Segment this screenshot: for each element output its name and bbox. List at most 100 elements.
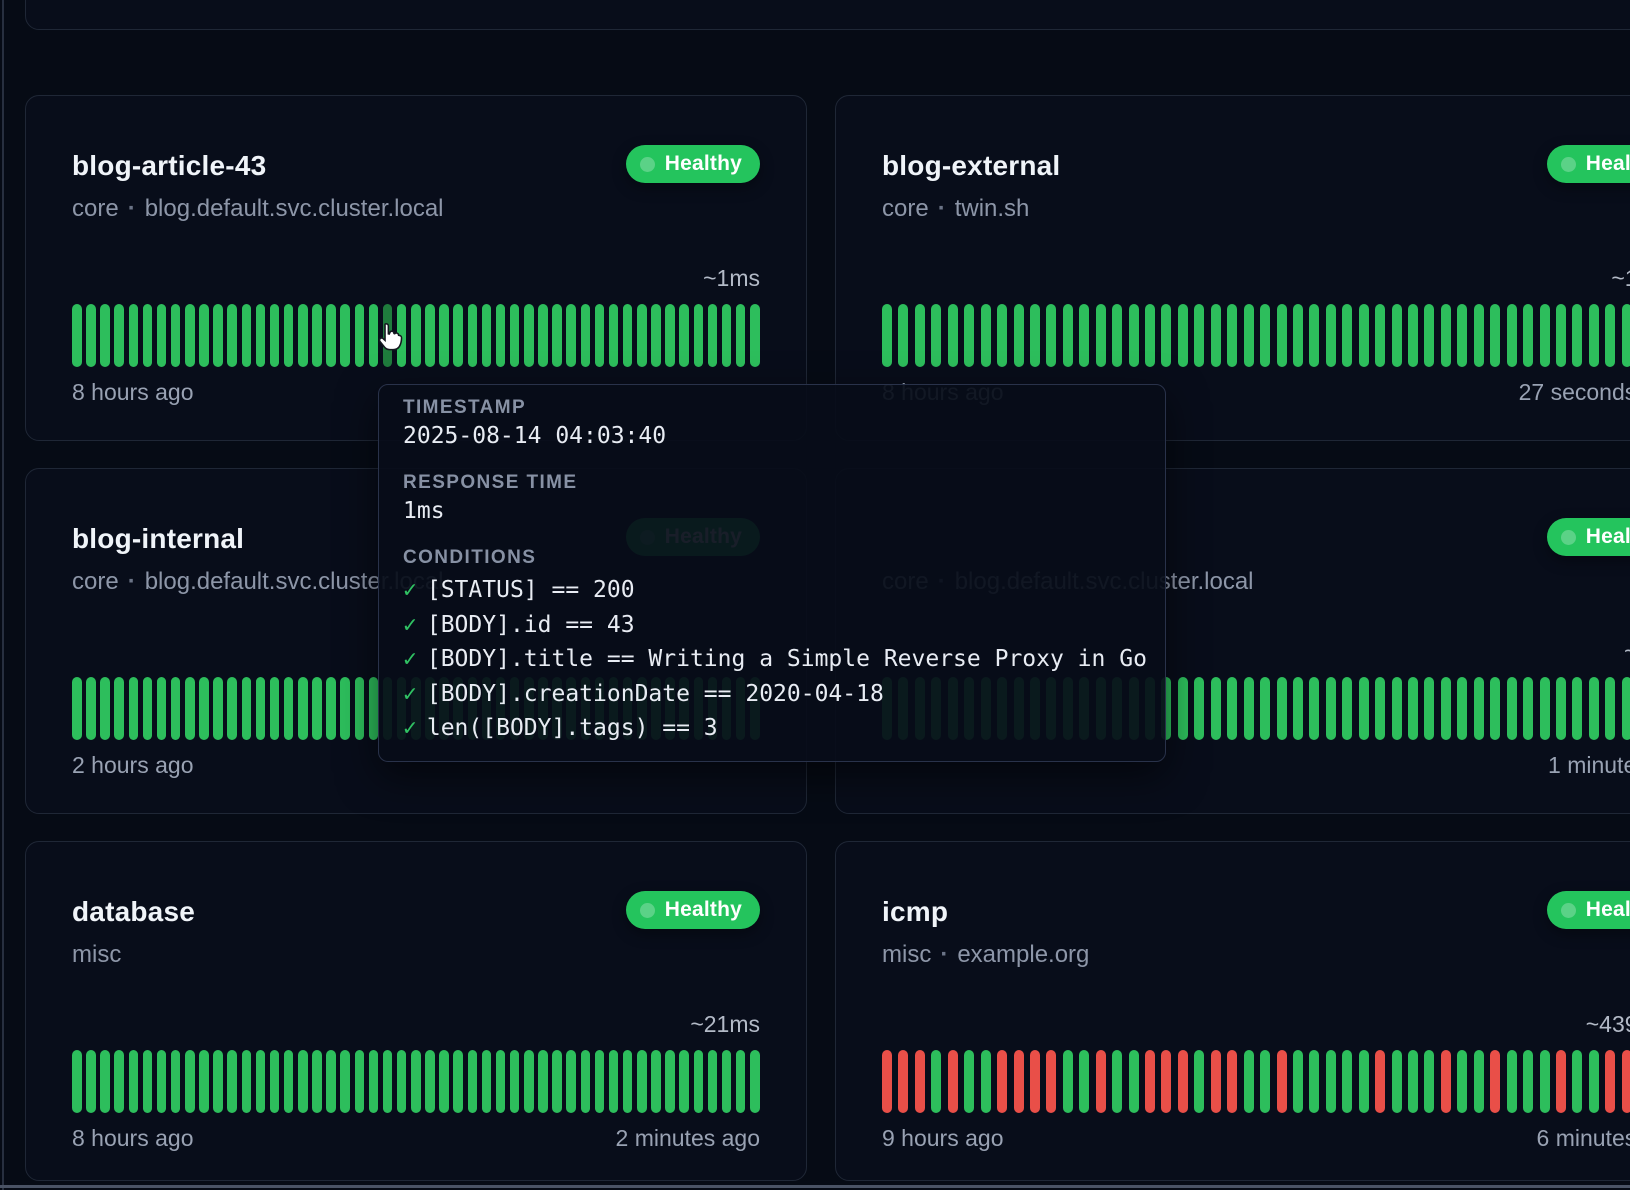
uptime-bar[interactable]	[964, 304, 974, 367]
uptime-bar[interactable]	[439, 304, 449, 367]
uptime-bar[interactable]	[270, 304, 280, 367]
uptime-bar[interactable]	[1556, 304, 1566, 367]
uptime-bar[interactable]	[1605, 304, 1615, 367]
uptime-bar[interactable]	[595, 304, 605, 367]
uptime-bar[interactable]	[340, 677, 350, 740]
uptime-bar[interactable]	[270, 677, 280, 740]
uptime-bar[interactable]	[1359, 677, 1369, 740]
uptime-bar[interactable]	[1507, 304, 1517, 367]
uptime-bar[interactable]	[750, 1050, 760, 1113]
uptime-bar[interactable]	[227, 304, 237, 367]
uptime-bar[interactable]	[1260, 304, 1270, 367]
uptime-bar[interactable]	[1605, 1050, 1615, 1113]
uptime-bar[interactable]	[1441, 1050, 1451, 1113]
uptime-bar[interactable]	[496, 304, 506, 367]
uptime-bar[interactable]	[1293, 1050, 1303, 1113]
uptime-bar[interactable]	[397, 1050, 407, 1113]
uptime-bar[interactable]	[213, 1050, 223, 1113]
uptime-bar[interactable]	[1309, 304, 1319, 367]
uptime-bar[interactable]	[369, 1050, 379, 1113]
uptime-bar[interactable]	[623, 1050, 633, 1113]
uptime-bar[interactable]	[1161, 1050, 1171, 1113]
service-card[interactable]: databasemiscHealthy~21ms8 hours ago2 min…	[25, 841, 807, 1181]
uptime-bar[interactable]	[552, 304, 562, 367]
uptime-bar[interactable]	[1211, 677, 1221, 740]
uptime-bar[interactable]	[72, 304, 82, 367]
uptime-bar[interactable]	[171, 304, 181, 367]
uptime-bar[interactable]	[284, 1050, 294, 1113]
uptime-bar[interactable]	[1408, 304, 1418, 367]
uptime-bar[interactable]	[227, 677, 237, 740]
uptime-bar[interactable]	[199, 304, 209, 367]
uptime-bar[interactable]	[312, 1050, 322, 1113]
uptime-bar[interactable]	[185, 677, 195, 740]
uptime-bar[interactable]	[1359, 304, 1369, 367]
uptime-bar[interactable]	[510, 1050, 520, 1113]
uptime-bar[interactable]	[1572, 677, 1582, 740]
uptime-bar[interactable]	[326, 677, 336, 740]
uptime-bar[interactable]	[242, 1050, 252, 1113]
uptime-bar[interactable]	[882, 304, 892, 367]
uptime-bar[interactable]	[1441, 304, 1451, 367]
uptime-bar[interactable]	[1441, 677, 1451, 740]
uptime-bar[interactable]	[1540, 304, 1550, 367]
uptime-bar[interactable]	[651, 304, 661, 367]
uptime-bar[interactable]	[750, 304, 760, 367]
uptime-bar[interactable]	[157, 1050, 167, 1113]
uptime-bar[interactable]	[1589, 304, 1599, 367]
uptime-bar[interactable]	[1244, 1050, 1254, 1113]
uptime-bar[interactable]	[100, 1050, 110, 1113]
uptime-bar[interactable]	[722, 304, 732, 367]
uptime-bar[interactable]	[1408, 677, 1418, 740]
uptime-bar[interactable]	[143, 677, 153, 740]
uptime-bar[interactable]	[298, 304, 308, 367]
uptime-bar[interactable]	[1540, 677, 1550, 740]
uptime-bar[interactable]	[1523, 304, 1533, 367]
uptime-bar[interactable]	[1161, 304, 1171, 367]
uptime-bar[interactable]	[1112, 1050, 1122, 1113]
uptime-bar[interactable]	[679, 304, 689, 367]
uptime-bar[interactable]	[86, 304, 96, 367]
uptime-bar[interactable]	[1277, 1050, 1287, 1113]
uptime-bar[interactable]	[185, 1050, 195, 1113]
uptime-bar[interactable]	[1474, 677, 1484, 740]
uptime-bar[interactable]	[1392, 304, 1402, 367]
uptime-bar[interactable]	[1014, 1050, 1024, 1113]
uptime-bar[interactable]	[1326, 304, 1336, 367]
uptime-bar[interactable]	[1424, 677, 1434, 740]
uptime-bar[interactable]	[468, 1050, 478, 1113]
uptime-bar[interactable]	[898, 304, 908, 367]
uptime-bar[interactable]	[270, 1050, 280, 1113]
uptime-bar[interactable]	[1572, 304, 1582, 367]
uptime-bar[interactable]	[1096, 304, 1106, 367]
uptime-bar[interactable]	[1244, 304, 1254, 367]
uptime-bar[interactable]	[114, 677, 124, 740]
uptime-bar[interactable]	[355, 677, 365, 740]
uptime-bar[interactable]	[552, 1050, 562, 1113]
uptime-bar[interactable]	[964, 1050, 974, 1113]
uptime-bar[interactable]	[538, 1050, 548, 1113]
uptime-bar[interactable]	[453, 304, 463, 367]
uptime-bar[interactable]	[510, 304, 520, 367]
uptime-bar[interactable]	[1030, 304, 1040, 367]
uptime-bar[interactable]	[1457, 304, 1467, 367]
uptime-bar[interactable]	[581, 1050, 591, 1113]
uptime-bar[interactable]	[256, 1050, 266, 1113]
uptime-bar[interactable]	[1572, 1050, 1582, 1113]
uptime-bar[interactable]	[425, 1050, 435, 1113]
uptime-bar[interactable]	[948, 304, 958, 367]
uptime-bar[interactable]	[997, 304, 1007, 367]
uptime-bar[interactable]	[665, 304, 675, 367]
uptime-bar[interactable]	[1277, 677, 1287, 740]
uptime-bar[interactable]	[143, 1050, 153, 1113]
uptime-bar[interactable]	[1046, 304, 1056, 367]
uptime-bar[interactable]	[468, 304, 478, 367]
uptime-bar[interactable]	[524, 1050, 534, 1113]
uptime-bar[interactable]	[694, 304, 704, 367]
uptime-bar[interactable]	[171, 677, 181, 740]
uptime-bar[interactable]	[256, 677, 266, 740]
uptime-bar[interactable]	[1194, 304, 1204, 367]
uptime-bar[interactable]	[1063, 304, 1073, 367]
uptime-bar[interactable]	[213, 304, 223, 367]
uptime-bar[interactable]	[383, 1050, 393, 1113]
